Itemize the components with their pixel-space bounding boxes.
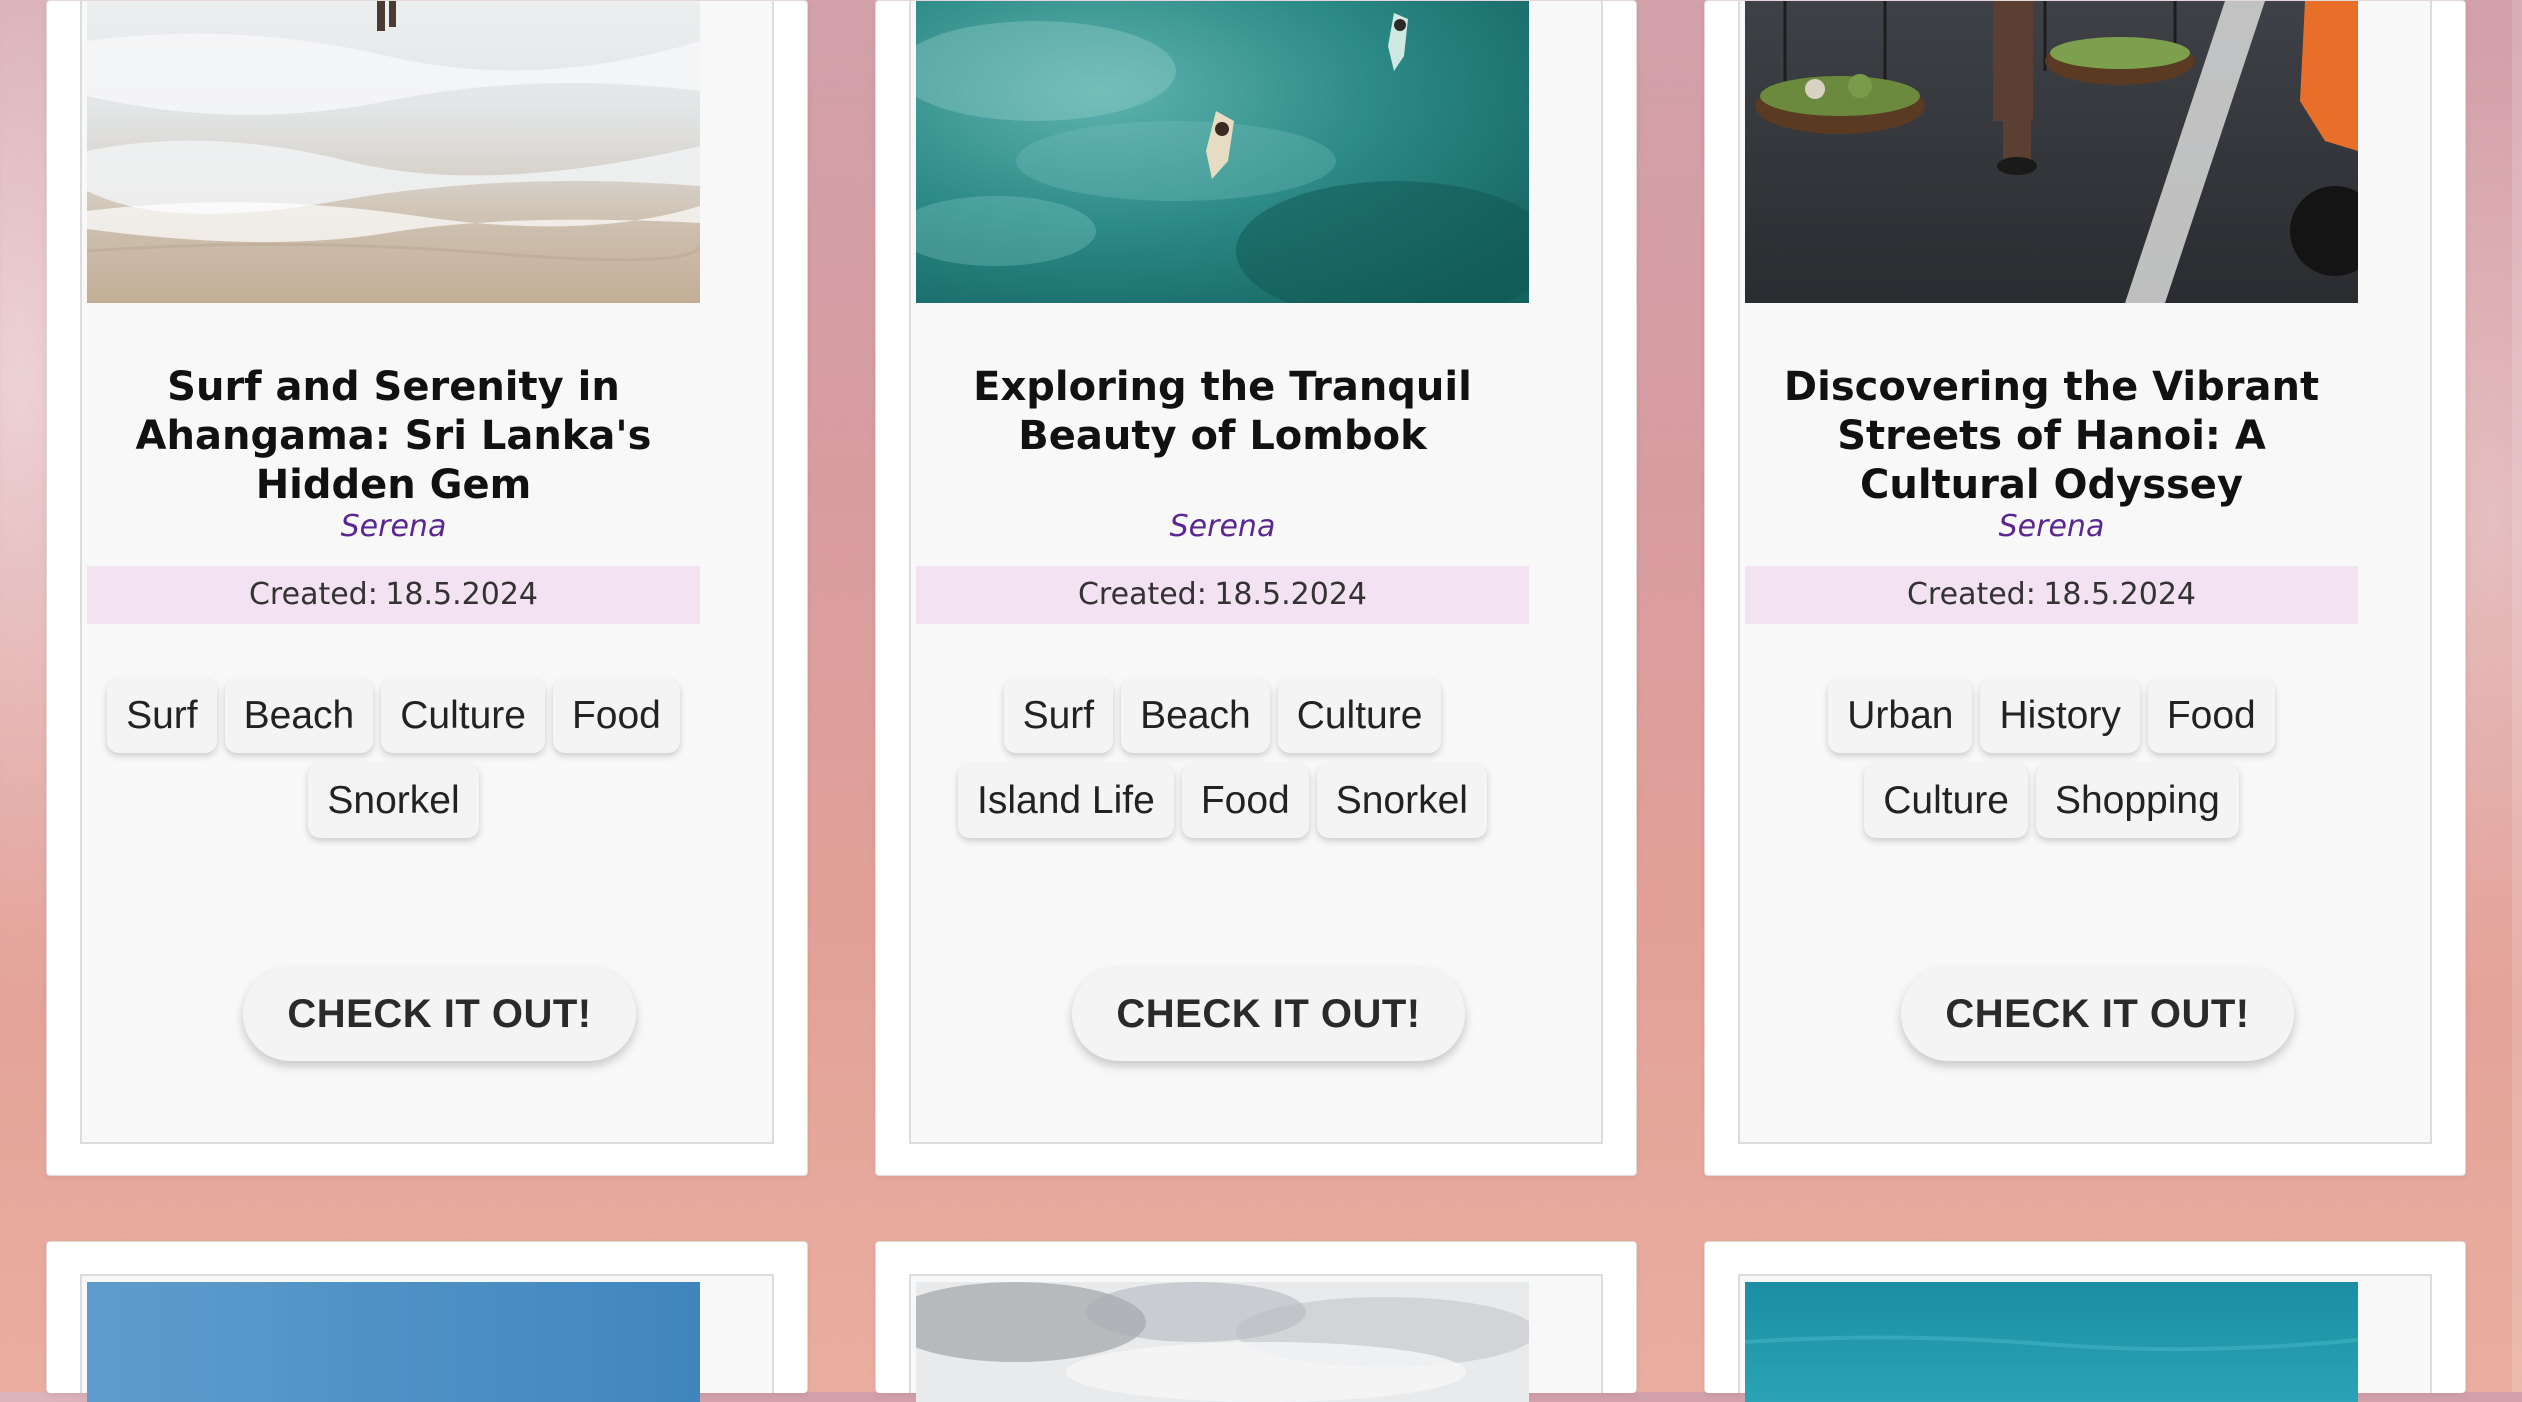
created-label: Created: — [248, 577, 378, 612]
trip-card — [46, 1241, 808, 1402]
blue-sky-photo[interactable] — [87, 1282, 700, 1402]
trip-card — [1704, 1241, 2466, 1402]
trip-card-ahangama: Surf and Serenity in Ahangama: Sri Lanka… — [46, 0, 808, 1176]
tag-chip[interactable]: Food — [1181, 764, 1309, 838]
tag-chip[interactable]: Urban — [1828, 679, 1973, 753]
created-date: Created: 18.5.2024 — [87, 566, 700, 624]
tag-list: Surf Beach Culture Food Snorkel — [97, 679, 690, 838]
created-date-value: 18.5.2024 — [2043, 577, 2197, 612]
check-it-out-button[interactable]: CHECK IT OUT! — [243, 967, 636, 1061]
created-label: Created: — [1906, 577, 2036, 612]
turquoise-sea-photo[interactable] — [1745, 1282, 2358, 1402]
author-name[interactable]: Serena — [916, 507, 1529, 547]
trip-card — [875, 1241, 1637, 1402]
check-it-out-button[interactable]: CHECK IT OUT! — [1901, 967, 2294, 1061]
trip-card-hanoi: Discovering the Vibrant Streets of Hanoi… — [1704, 0, 2466, 1176]
tag-chip[interactable]: Island Life — [958, 764, 1174, 838]
tag-chip[interactable]: Snorkel — [308, 764, 479, 838]
tag-chip[interactable]: Surf — [107, 679, 217, 753]
street-vendor-photo[interactable] — [1745, 1, 2358, 303]
tag-chip[interactable]: Shopping — [2035, 764, 2239, 838]
tag-chip[interactable]: Culture — [381, 679, 545, 753]
beach-surf-photo[interactable] — [87, 1, 700, 303]
tag-chip[interactable]: Beach — [224, 679, 374, 753]
card-title[interactable]: Surf and Serenity in Ahangama: Sri Lanka… — [87, 363, 700, 510]
card-title[interactable]: Discovering the Vibrant Streets of Hanoi… — [1745, 363, 2358, 510]
created-date-value: 18.5.2024 — [385, 577, 539, 612]
tag-chip[interactable]: History — [1980, 679, 2140, 753]
tag-chip[interactable]: Food — [2147, 679, 2275, 753]
tag-chip[interactable]: Beach — [1121, 679, 1270, 753]
created-date: Created: 18.5.2024 — [916, 566, 1529, 624]
aerial-surfers-photo[interactable] — [916, 1, 1529, 303]
tag-chip[interactable]: Culture — [1277, 679, 1442, 753]
created-date: Created: 18.5.2024 — [1745, 566, 2358, 624]
created-date-value: 18.5.2024 — [1214, 577, 1368, 612]
tag-chip[interactable]: Snorkel — [1316, 764, 1487, 838]
tag-list: Urban History Food Culture Shopping — [1755, 679, 2348, 838]
trip-card-lombok: Exploring the Tranquil Beauty of Lombok … — [875, 0, 1637, 1176]
author-name[interactable]: Serena — [87, 507, 700, 547]
tag-chip[interactable]: Surf — [1003, 679, 1114, 753]
tag-list: Surf Beach Culture Island Life Food Snor… — [926, 679, 1519, 838]
cloudy-sky-photo[interactable] — [916, 1282, 1529, 1402]
author-name[interactable]: Serena — [1745, 507, 2358, 547]
tag-chip[interactable]: Culture — [1864, 764, 2028, 838]
tag-chip[interactable]: Food — [552, 679, 680, 753]
check-it-out-button[interactable]: CHECK IT OUT! — [1072, 967, 1465, 1061]
created-label: Created: — [1077, 577, 1207, 612]
page-scrollbar[interactable] — [2512, 0, 2522, 1392]
card-title[interactable]: Exploring the Tranquil Beauty of Lombok — [916, 363, 1529, 461]
